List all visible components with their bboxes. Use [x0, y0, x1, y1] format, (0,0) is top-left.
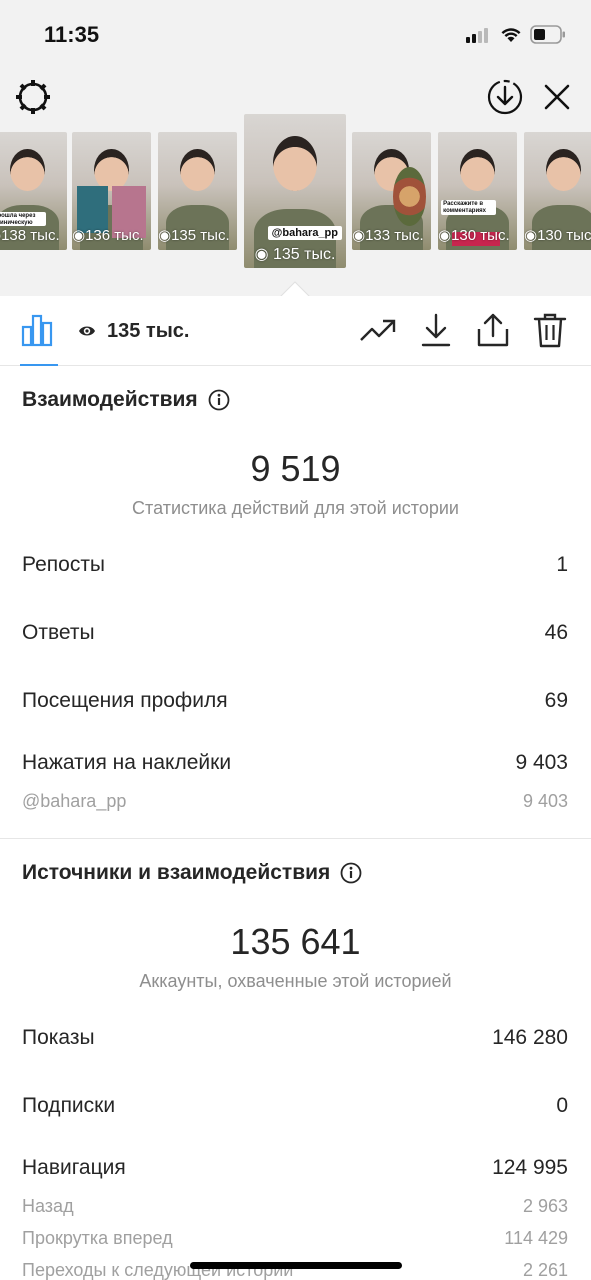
- story-header: 11:35 ошла через иническую 138 тыс. ◉136…: [0, 0, 591, 297]
- stat-value: 2 261: [522, 1260, 568, 1280]
- stat-value: 124 995: [492, 1156, 568, 1179]
- stat-row: Ответы 46: [22, 621, 568, 645]
- story-views: ◉135 тыс.: [158, 227, 230, 244]
- stat-row: Показы 146 280: [22, 1026, 568, 1050]
- stat-value: 2 963: [522, 1196, 568, 1216]
- story-thumbnail[interactable]: Расскажите в комментариях кто вы ◉130 ты…: [438, 132, 517, 250]
- section-title: Взаимодействия: [22, 388, 230, 412]
- story-thumbnail-active[interactable]: @bahara_pp ◉ 135 тыс.: [244, 114, 346, 268]
- interactions-total: 9 519: [250, 448, 341, 489]
- insights-tab[interactable]: [18, 310, 58, 350]
- stat-row: Подписки 0: [22, 1094, 568, 1118]
- story-handle: @bahara_pp: [267, 226, 342, 240]
- story-views: ◉133 тыс.: [352, 227, 424, 244]
- trash-icon: [533, 313, 567, 348]
- story-views: ◉ 135 тыс.: [254, 246, 336, 263]
- promote-button[interactable]: [358, 310, 398, 350]
- story-thumbnail[interactable]: ◉133 тыс.: [352, 132, 431, 250]
- download-button[interactable]: [416, 310, 456, 350]
- discovery-section: Источники и взаимодействия 135 641 Аккау…: [0, 839, 591, 1280]
- stat-label: Посещения профиля: [22, 689, 228, 712]
- stat-subrow: @bahara_pp 9 403: [22, 791, 568, 812]
- wifi-icon: [501, 28, 521, 42]
- stat-value: 69: [544, 689, 568, 712]
- download-icon: [421, 313, 451, 347]
- stat-label: Навигация: [22, 1156, 126, 1179]
- discovery-title: Источники и взаимодействия: [22, 861, 331, 884]
- download-circle-icon: [487, 79, 523, 115]
- stat-subrow: Назад 2 963: [22, 1196, 568, 1217]
- stat-value: 9 403: [515, 751, 568, 774]
- story-strip[interactable]: Прошла через клиническую смерть ◉138 тыс…: [0, 114, 591, 284]
- interactions-subtitle: Статистика действий для этой истории: [132, 498, 459, 518]
- battery-icon: [530, 25, 565, 44]
- stat-row: Навигация 124 995: [22, 1156, 568, 1180]
- active-story-pointer: [280, 281, 310, 297]
- story-thumbnail[interactable]: ◉135 тыс.: [158, 132, 237, 250]
- stat-label: Ответы: [22, 621, 95, 644]
- stat-value: 146 280: [492, 1026, 568, 1049]
- stat-value: 46: [544, 621, 568, 644]
- close-icon: [544, 84, 570, 110]
- views-count: 135 тыс.: [107, 320, 190, 342]
- story-thumbnail[interactable]: ◉136 тыс.: [72, 132, 151, 250]
- share-icon: [477, 313, 509, 347]
- home-indicator[interactable]: [190, 1262, 402, 1269]
- stat-label: Показы: [22, 1026, 95, 1049]
- stat-label: Репосты: [22, 553, 106, 576]
- share-button[interactable]: [473, 310, 513, 350]
- bar-chart-icon: [21, 314, 53, 347]
- stat-label: Прокрутка вперед: [22, 1228, 173, 1248]
- story-thumbnail[interactable]: Прошла через клиническую смерть ◉138 тыс…: [0, 132, 67, 250]
- story-thumbnail[interactable]: ◉130 тыс.: [524, 132, 591, 250]
- status-bar: 11:35: [0, 0, 591, 70]
- interactions-title: Взаимодействия: [22, 388, 198, 411]
- eye-icon: [79, 326, 95, 336]
- story-caption: Прошла через клиническую смерть: [0, 212, 47, 227]
- stat-label: @bahara_pp: [22, 791, 127, 811]
- stat-label: Нажатия на наклейки: [22, 751, 232, 774]
- stat-row: Нажатия на наклейки 9 403: [22, 751, 568, 775]
- delete-button[interactable]: [530, 310, 570, 350]
- info-icon[interactable]: [208, 389, 230, 411]
- stat-row: Репосты 1: [22, 553, 568, 577]
- story-views: ◉136 тыс.: [72, 227, 144, 244]
- story-views: ◉138 тыс.: [0, 227, 60, 244]
- download-all-button[interactable]: [484, 76, 526, 118]
- interactions-section: Взаимодействия 9 519 Статистика действий…: [0, 366, 591, 838]
- stat-subrow: Прокрутка вперед 114 429: [22, 1228, 568, 1249]
- discovery-subtitle: Аккаунты, охваченные этой историей: [139, 971, 452, 991]
- stat-row: Посещения профиля 69: [22, 689, 568, 713]
- info-icon[interactable]: [340, 862, 362, 884]
- settings-icon: [16, 80, 50, 114]
- discovery-total: 135 641: [230, 921, 361, 962]
- stat-value: 9 403: [522, 791, 568, 811]
- story-caption: Расскажите в комментариях кто вы: [441, 200, 497, 215]
- trend-up-icon: [360, 319, 396, 341]
- story-views: ◉130 тыс.: [438, 227, 510, 244]
- stat-value: 114 429: [504, 1228, 568, 1248]
- stat-value: 0: [556, 1094, 568, 1117]
- signal-icon: [466, 27, 492, 43]
- settings-button[interactable]: [12, 76, 54, 118]
- close-button[interactable]: [536, 76, 578, 118]
- stat-label: Подписки: [22, 1094, 116, 1117]
- story-views: ◉130 тыс.: [524, 227, 591, 244]
- stat-label: Назад: [22, 1196, 74, 1216]
- section-title: Источники и взаимодействия: [22, 861, 362, 885]
- insights-toolbar: 135 тыс.: [0, 296, 591, 366]
- status-time: 11:35: [44, 22, 100, 47]
- stat-value: 1: [556, 553, 568, 576]
